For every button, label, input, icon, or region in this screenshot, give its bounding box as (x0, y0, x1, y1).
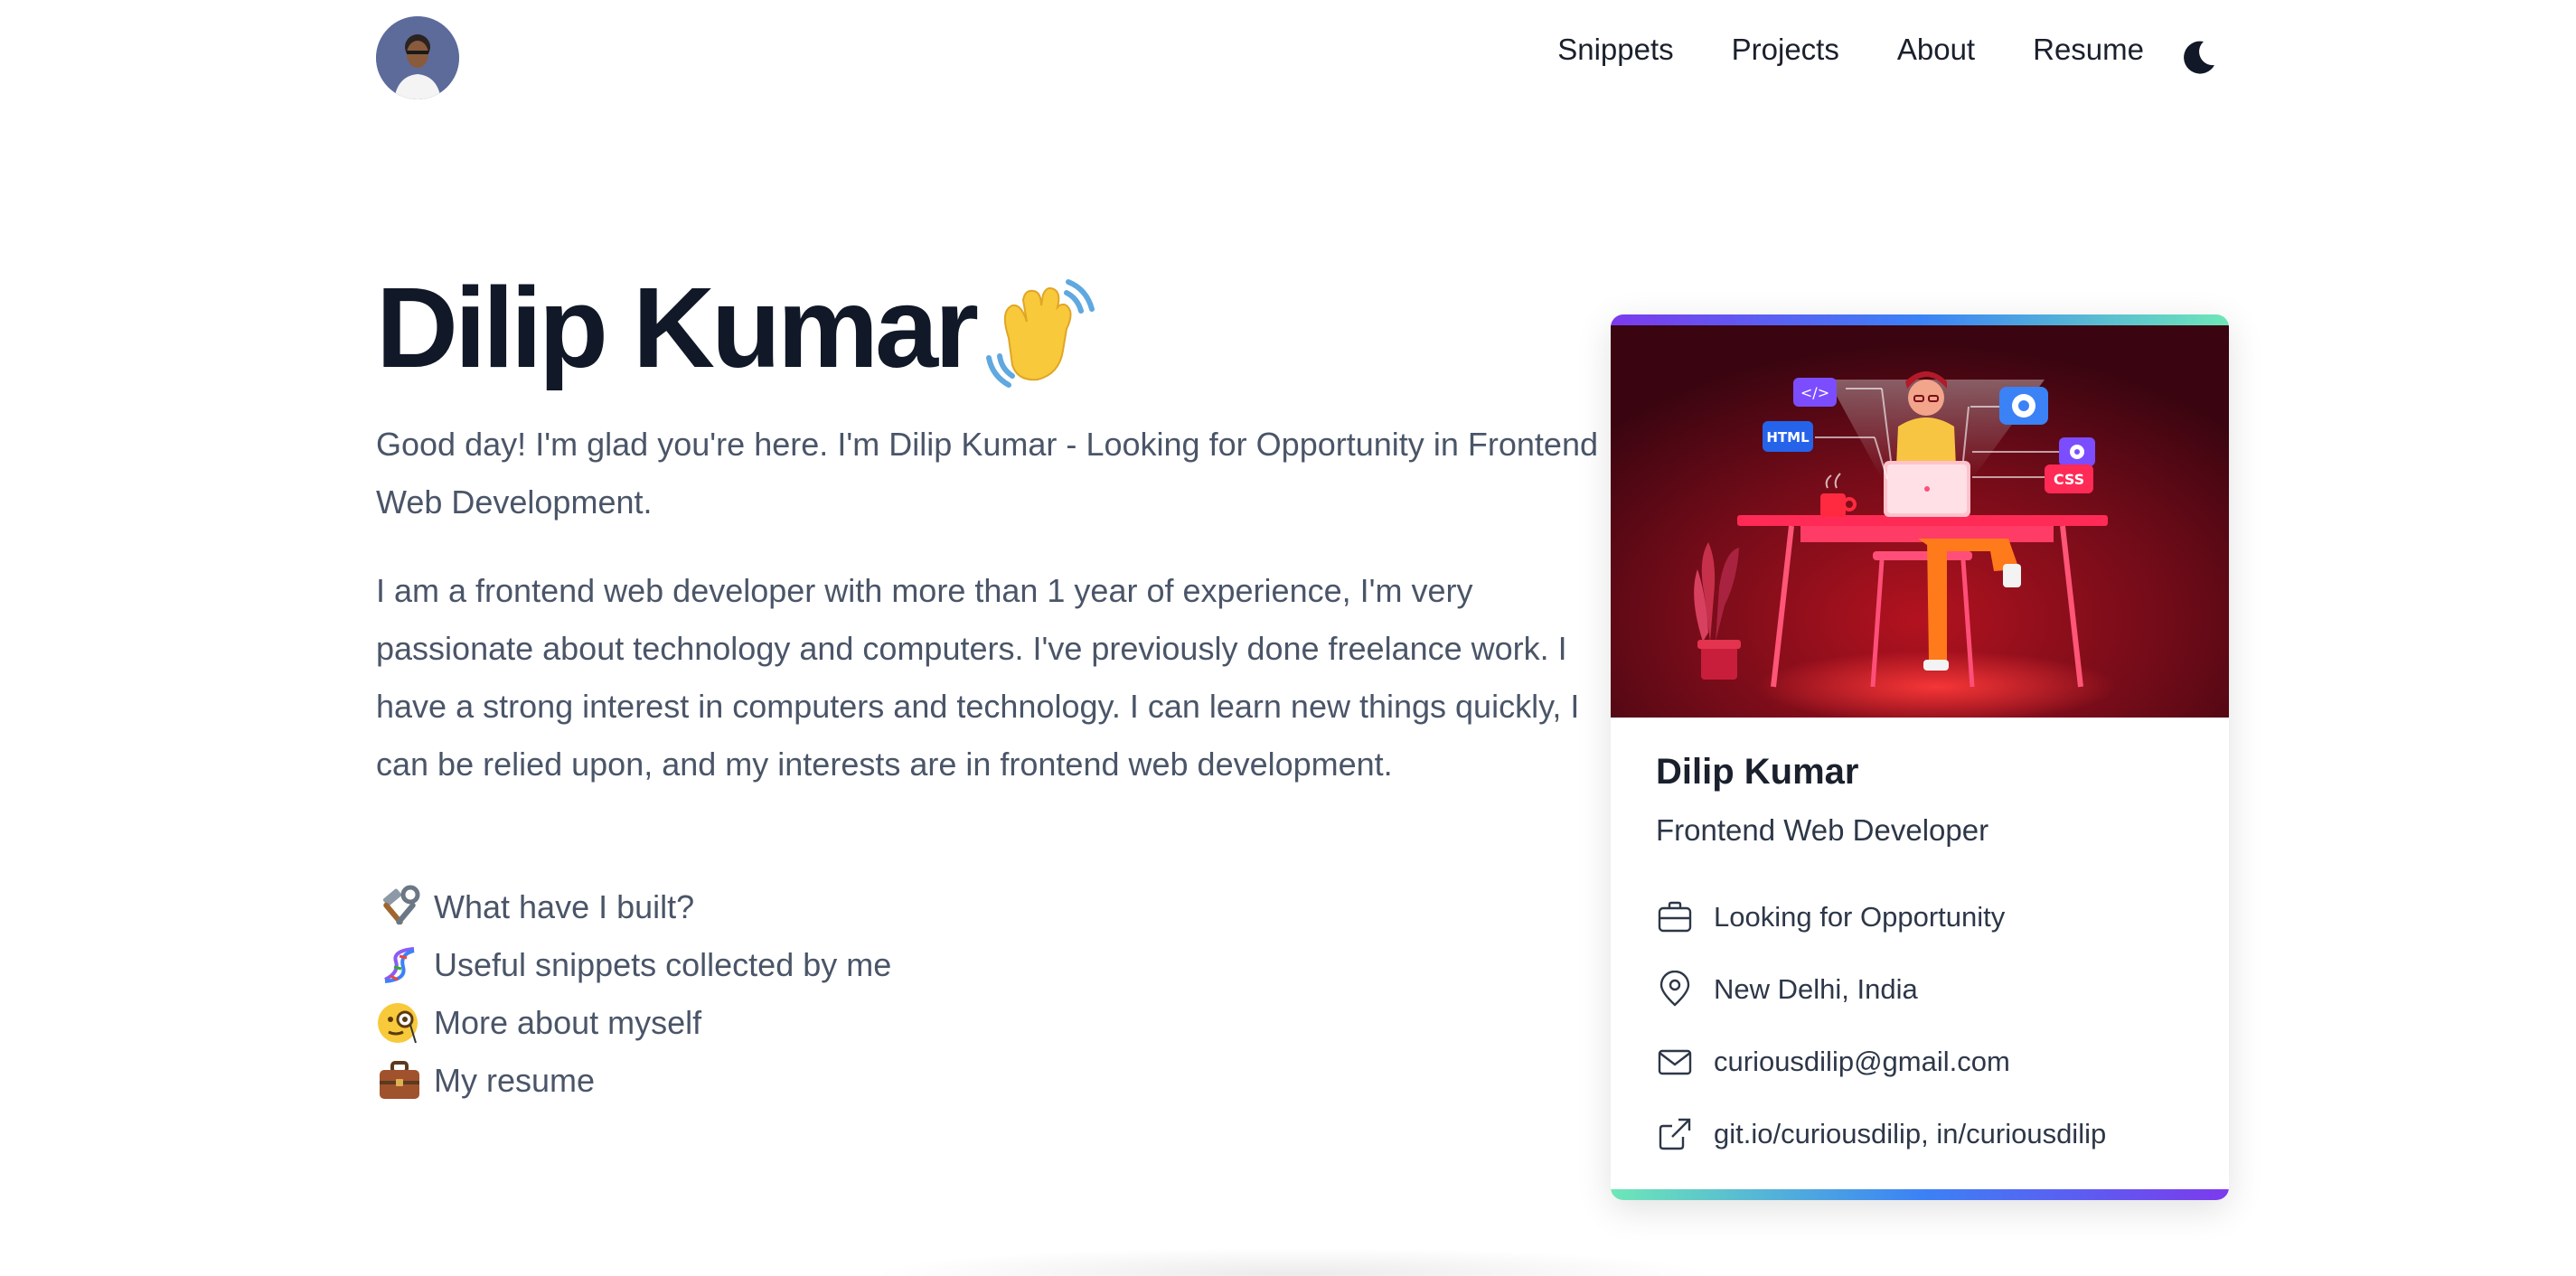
info-profiles[interactable]: git.io/curiousdilip, in/curiousdilip (1656, 1115, 2106, 1153)
avatar[interactable] (376, 16, 459, 99)
info-location: New Delhi, India (1656, 971, 1918, 1009)
nav-link-about[interactable]: About (1897, 33, 1975, 67)
card-gradient-top (1611, 314, 2229, 325)
tag-css: CSS (2054, 471, 2084, 488)
link-about-label: More about myself (434, 1004, 702, 1041)
monocle-face-icon (378, 1003, 418, 1044)
location-text: New Delhi, India (1714, 973, 1918, 1005)
page-title: Dilip Kumar (376, 264, 979, 391)
link-resume[interactable]: My resume (376, 1052, 891, 1110)
nav-link-snippets[interactable]: Snippets (1557, 33, 1673, 67)
nav-link-projects[interactable]: Projects (1732, 33, 1839, 67)
nav-links: Snippets Projects About Resume (1557, 33, 2144, 67)
briefcase-icon (380, 1061, 419, 1099)
top-nav: Snippets Projects About Resume (0, 0, 2576, 116)
link-snippets-label: Useful snippets collected by me (434, 946, 892, 983)
link-projects-label: What have I built? (434, 888, 695, 925)
developer-illustration: </> HTML CSS (1611, 325, 2229, 718)
profile-card: </> HTML CSS Dilip Kumar Frontend Web De… (1611, 314, 2229, 1200)
tag-html: HTML (1766, 429, 1810, 446)
hammer-wrench-icon (382, 885, 420, 925)
card-name: Dilip Kumar (1656, 752, 1859, 792)
footer-shadow (868, 1247, 1717, 1276)
link-projects[interactable]: What have I built? (376, 878, 891, 936)
map-pin-icon (1659, 971, 1690, 1007)
link-resume-label: My resume (434, 1062, 596, 1099)
tag-code: </> (1800, 384, 1829, 401)
profiles-text[interactable]: git.io/curiousdilip, in/curiousdilip (1714, 1118, 2106, 1150)
email-text[interactable]: curiousdilip@gmail.com (1714, 1046, 2010, 1078)
dna-icon (384, 947, 415, 983)
waving-hand-icon (986, 279, 1095, 388)
nav-link-resume[interactable]: Resume (2033, 33, 2144, 67)
briefcase-outline-icon (1658, 901, 1692, 933)
mail-icon (1658, 1049, 1692, 1075)
card-role: Frontend Web Developer (1656, 813, 1989, 847)
info-email[interactable]: curiousdilip@gmail.com (1656, 1043, 2010, 1081)
info-status: Looking for Opportunity (1656, 898, 2005, 936)
intro-text: Good day! I'm glad you're here. I'm Dili… (376, 426, 1598, 521)
quick-links: What have I built? Useful snippets colle… (376, 878, 891, 1110)
link-snippets[interactable]: Useful snippets collected by me (376, 936, 891, 994)
external-link-icon (1659, 1118, 1691, 1150)
status-text: Looking for Opportunity (1714, 901, 2006, 933)
link-about[interactable]: More about myself (376, 994, 891, 1052)
card-gradient-bottom (1611, 1189, 2229, 1200)
moon-icon[interactable] (2176, 36, 2220, 80)
bio-text: I am a frontend web developer with more … (376, 572, 1580, 783)
